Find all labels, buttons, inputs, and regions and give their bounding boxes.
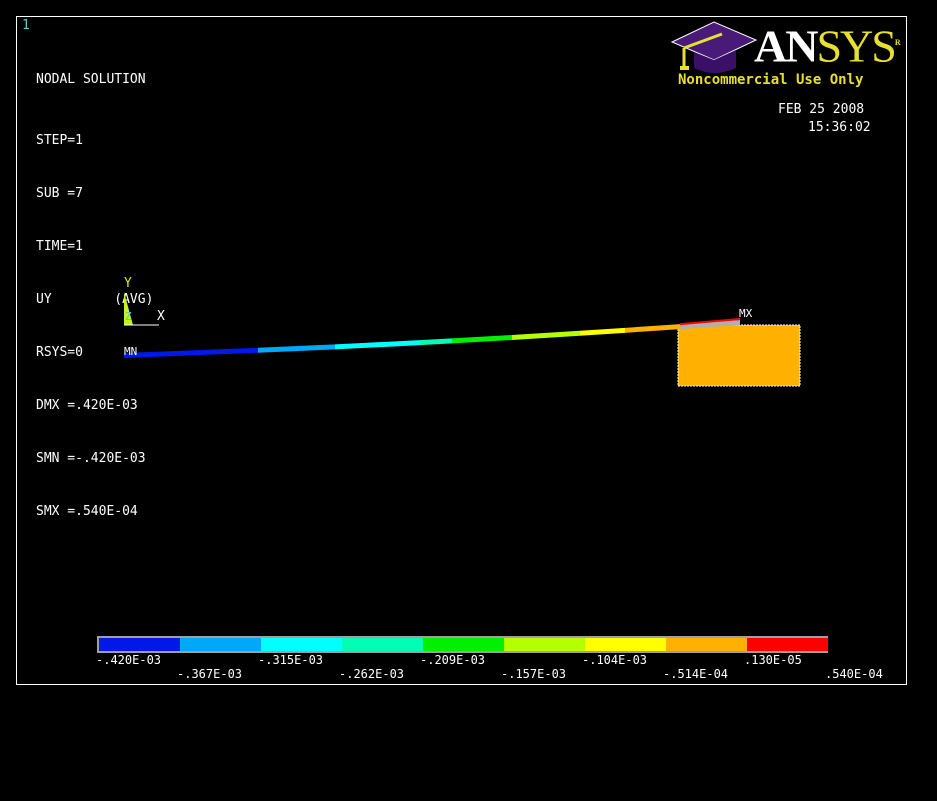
legend-color-box: [180, 638, 261, 651]
legend-color-box: [99, 638, 180, 651]
color-legend: [99, 638, 828, 651]
legend-label: -.420E-03: [96, 653, 162, 667]
legend-color-box: [261, 638, 342, 651]
max-marker: MX: [739, 307, 753, 320]
legend-label: -.367E-03: [177, 667, 243, 681]
min-marker: MN: [124, 345, 137, 358]
legend-color-box: [342, 638, 423, 651]
beam-segment: [452, 334, 512, 344]
legend-color-box: [504, 638, 585, 651]
legend-color-box: [747, 638, 828, 651]
legend-label: .540E-04: [825, 667, 883, 681]
triad-x-label: X: [157, 309, 165, 324]
legend-label: -.262E-03: [339, 667, 405, 681]
legend-label: -.315E-03: [258, 653, 324, 667]
deformed-beam: [124, 318, 741, 358]
legend-label: -.514E-04: [663, 667, 729, 681]
legend-label: -.157E-03: [501, 667, 567, 681]
legend-label: -.104E-03: [582, 653, 648, 667]
legend-label: -.209E-03: [420, 653, 486, 667]
beam-segment: [124, 347, 258, 358]
legend-color-box: [585, 638, 666, 651]
contour-plot: Y X Z MN MX: [97, 276, 828, 653]
legend-label: .130E-05: [744, 653, 802, 667]
beam-segment: [512, 330, 580, 340]
beam-segment: [258, 344, 335, 353]
beam-segment: [335, 340, 420, 350]
beam-segment: [580, 327, 625, 336]
legend-color-box: [666, 638, 747, 651]
legend-color-box: [423, 638, 504, 651]
beam-segment: [625, 324, 680, 333]
triad-y-label: Y: [124, 276, 132, 291]
triad-z-label: Z: [125, 310, 132, 323]
coordinate-triad: Y X Z: [124, 276, 165, 326]
beam-segment: [420, 338, 452, 346]
support-block: [677, 324, 801, 387]
